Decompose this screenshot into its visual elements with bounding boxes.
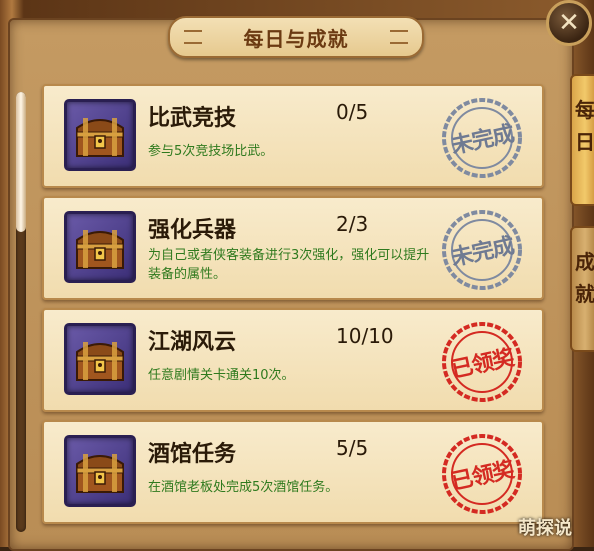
status-stamp: 已领奖: [434, 432, 530, 516]
task-name: 江湖风云: [148, 330, 237, 355]
task-description: 在酒馆老板处完成5次酒馆任务。: [148, 480, 339, 495]
window-title: 每日与成就: [168, 16, 424, 58]
task-icon-box[interactable]: [64, 323, 136, 395]
task-name: 酒馆任务: [148, 442, 237, 467]
task-progress: 0/5: [336, 100, 369, 124]
tab-achievements-label: 成就: [575, 250, 594, 306]
task-row[interactable]: 江湖风云 10/10 任意剧情关卡通关10次。 已领奖: [42, 308, 544, 412]
task-row[interactable]: 酒馆任务 5/5 在酒馆老板处完成5次酒馆任务。 已领奖: [42, 420, 544, 524]
tab-achievements[interactable]: 成就: [570, 226, 594, 352]
task-name: 强化兵器: [148, 218, 237, 243]
task-progress: 2/3: [336, 212, 369, 236]
task-name: 比武竞技: [148, 106, 237, 131]
status-stamp: 已领奖: [434, 320, 530, 404]
status-stamp: 未完成: [434, 208, 530, 292]
treasure-chest-icon: [76, 230, 124, 269]
task-row[interactable]: 比武竞技 0/5 参与5次竞技场比武。 未完成: [42, 84, 544, 188]
treasure-chest-icon: [76, 118, 124, 157]
scrollbar[interactable]: [16, 92, 26, 532]
task-icon-box[interactable]: [64, 99, 136, 171]
tab-daily-label: 每日: [575, 98, 594, 154]
task-description: 参与5次竞技场比武。: [148, 144, 274, 159]
task-icon-box[interactable]: [64, 211, 136, 283]
task-description: 任意剧情关卡通关10次。: [148, 368, 295, 383]
status-stamp: 未完成: [434, 96, 530, 180]
watermark: 萌探说: [518, 518, 572, 539]
tab-daily[interactable]: 每日: [570, 74, 594, 206]
close-button[interactable]: ✕: [546, 0, 592, 46]
treasure-chest-icon: [76, 342, 124, 381]
task-icon-box[interactable]: [64, 435, 136, 507]
scroll-thumb[interactable]: [16, 92, 26, 232]
task-row[interactable]: 强化兵器 2/3 为自己或者侠客装备进行3次强化，强化可以提升装备的属性。 未完…: [42, 196, 544, 300]
task-description: 为自己或者侠客装备进行3次强化，强化可以提升装备的属性。: [148, 248, 430, 282]
close-icon: ✕: [558, 8, 580, 38]
task-progress: 10/10: [336, 324, 394, 348]
treasure-chest-icon: [76, 454, 124, 493]
task-progress: 5/5: [336, 436, 369, 460]
